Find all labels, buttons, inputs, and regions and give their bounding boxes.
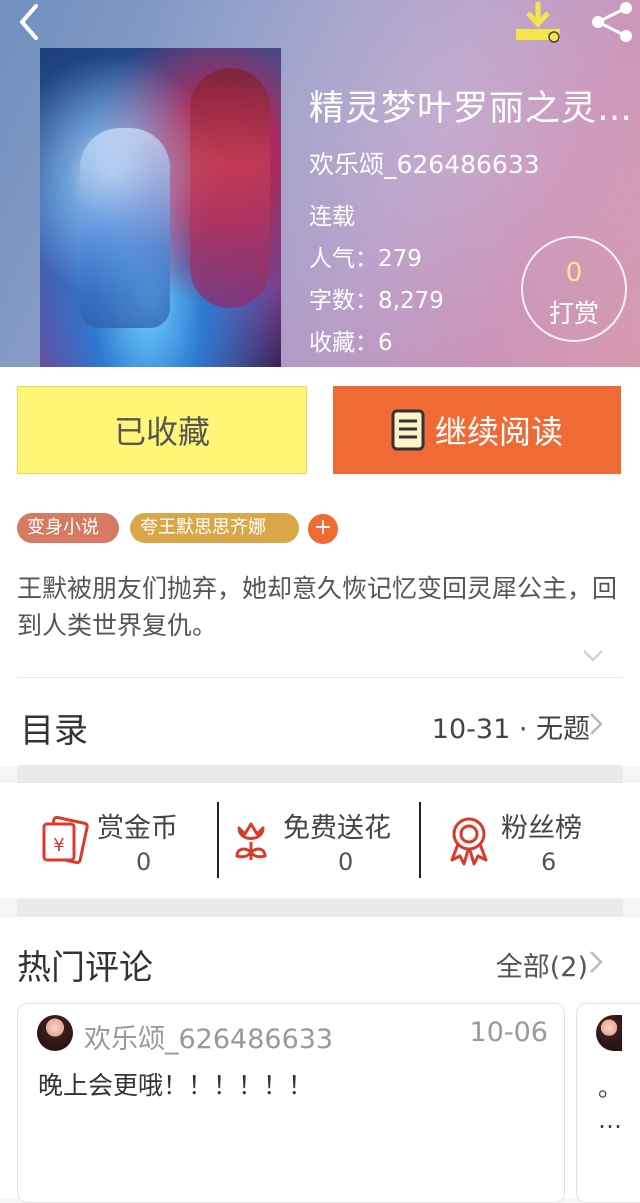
tag-item[interactable]: 变身小说 <box>17 513 119 543</box>
section-separator <box>17 765 623 783</box>
collected-button[interactable]: 已收藏 <box>17 386 307 474</box>
stat-value: 0 <box>338 848 354 876</box>
tag-item[interactable]: 夸王默思思齐娜 <box>130 513 299 543</box>
divider <box>17 677 623 678</box>
cover-figure-boy <box>80 128 170 328</box>
stat-value: 6 <box>541 848 557 876</box>
hot-comments-title: 热门评论 <box>17 948 153 988</box>
fan-ranking-stat[interactable]: 粉丝榜 6 <box>446 800 606 880</box>
free-flower-stat[interactable]: 免费送花 0 <box>231 800 416 880</box>
stat-label: 免费送花 <box>283 813 391 844</box>
book-description: 王默被朋友们抛弃，她却意久恢记忆变回灵犀公主，回到人类世界复仇。 <box>17 574 618 640</box>
ribbon-badge-icon <box>450 817 488 866</box>
book-author[interactable]: 欢乐颂_626486633 <box>309 145 540 181</box>
comment-text: 晚上会更哦！！！！！！ <box>38 1071 314 1100</box>
book-cover-image[interactable] <box>40 48 281 367</box>
cover-figure-girl <box>190 68 270 308</box>
book-word-count: 字数：8,279 <box>309 288 444 314</box>
chevron-right-icon <box>590 951 603 973</box>
toc-latest-chapter[interactable]: 10-31 · 无题 <box>432 707 590 746</box>
tip-count: 0 <box>565 258 583 288</box>
chevron-left-icon <box>20 4 38 40</box>
comment-username[interactable]: 欢乐颂_626486633 <box>84 1017 333 1056</box>
share-button[interactable] <box>586 0 638 44</box>
book-icon <box>391 409 425 451</box>
book-status: 连载 <box>309 204 355 230</box>
all-comments-link[interactable]: 全部(2) <box>496 945 588 984</box>
stat-label: 赏金币 <box>97 813 178 844</box>
stat-divider <box>217 802 219 878</box>
reward-coins-stat[interactable]: ¥ 赏金币 0 <box>40 800 210 880</box>
avatar[interactable] <box>37 1015 73 1051</box>
section-separator <box>17 899 623 917</box>
continue-reading-button[interactable]: 继续阅读 <box>333 386 621 474</box>
book-title: 精灵梦叶罗丽之灵… <box>309 89 634 129</box>
download-icon <box>516 2 560 43</box>
continue-reading-label: 继续阅读 <box>434 413 563 451</box>
stat-value: 0 <box>136 848 152 876</box>
chevron-right-icon <box>590 713 603 735</box>
flower-icon <box>235 822 267 860</box>
tip-button[interactable]: 0 打赏 <box>521 236 627 342</box>
add-tag-button[interactable]: + <box>308 514 338 544</box>
tip-label: 打赏 <box>548 299 599 328</box>
book-favorites: 收藏：6 <box>309 330 393 356</box>
toc-title[interactable]: 目录 <box>20 703 88 752</box>
svg-text:¥: ¥ <box>53 835 64 856</box>
book-popularity: 人气：279 <box>309 246 422 272</box>
stat-divider <box>419 802 421 878</box>
back-button[interactable] <box>6 0 50 44</box>
comment-date: 10-06 <box>469 1017 548 1048</box>
download-button[interactable] <box>512 0 568 44</box>
red-envelope-icon: ¥ <box>42 816 89 864</box>
stat-label: 粉丝榜 <box>501 813 582 844</box>
expand-chevron-down-icon[interactable] <box>582 648 604 664</box>
comment-text: 。 … <box>598 1074 622 1134</box>
share-icon <box>592 2 632 42</box>
